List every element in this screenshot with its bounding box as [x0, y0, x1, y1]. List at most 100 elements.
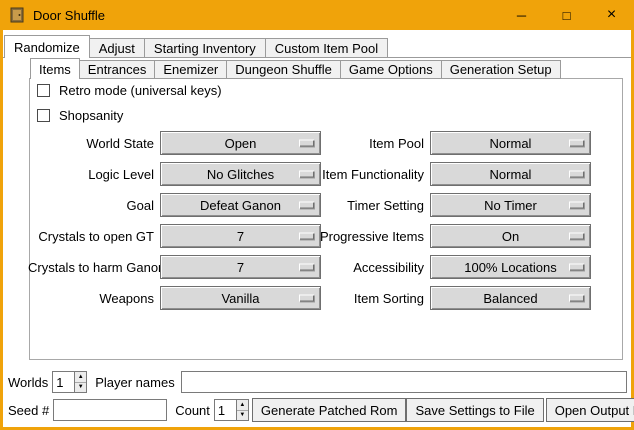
dropdown-value: Defeat Ganon: [200, 198, 281, 213]
count-input[interactable]: [214, 399, 236, 421]
minimize-button-icon[interactable]: ─: [499, 0, 544, 30]
tab-entrances[interactable]: Entrances: [79, 60, 156, 79]
player-names-input[interactable]: [181, 371, 627, 393]
timer-setting-label: Timer Setting: [302, 198, 430, 213]
spin-up-icon[interactable]: ▲: [75, 372, 86, 382]
main-tab-bar: Randomize Adjust Starting Inventory Cust…: [4, 35, 388, 58]
tab-starting-inventory[interactable]: Starting Inventory: [144, 38, 266, 58]
progressive-items-label: Progressive Items: [302, 229, 430, 244]
goal-dropdown[interactable]: Defeat Ganon: [160, 193, 321, 217]
tab-randomize[interactable]: Randomize: [4, 35, 90, 58]
option-row: Crystals to harm Ganon 7: [28, 255, 321, 279]
tab-adjust[interactable]: Adjust: [89, 38, 145, 58]
dropdown-value: On: [502, 229, 519, 244]
timer-setting-dropdown[interactable]: No Timer: [430, 193, 591, 217]
crystals-open-gt-dropdown[interactable]: 7: [160, 224, 321, 248]
item-functionality-dropdown[interactable]: Normal: [430, 162, 591, 186]
dropdown-indicator-icon: [569, 140, 584, 147]
count-spin-arrows: ▲ ▼: [236, 399, 249, 421]
spin-down-icon[interactable]: ▼: [75, 382, 86, 393]
option-row: Progressive Items On: [302, 224, 591, 248]
dropdown-indicator-icon: [569, 295, 584, 302]
dropdown-value: Open: [225, 136, 257, 151]
maximize-button-icon[interactable]: □: [544, 0, 589, 30]
tab-dungeon-shuffle[interactable]: Dungeon Shuffle: [226, 60, 341, 79]
tab-custom-item-pool[interactable]: Custom Item Pool: [265, 38, 388, 58]
window-title: Door Shuffle: [33, 8, 105, 23]
item-pool-dropdown[interactable]: Normal: [430, 131, 591, 155]
count-spinner: ▲ ▼: [214, 399, 249, 421]
logic-level-label: Logic Level: [28, 167, 160, 182]
seed-label: Seed #: [8, 403, 49, 418]
option-row: Weapons Vanilla: [28, 286, 321, 310]
crystals-harm-ganon-dropdown[interactable]: 7: [160, 255, 321, 279]
window-controls: ─ □ ×: [499, 0, 634, 30]
shopsanity-row: Shopsanity: [37, 107, 123, 123]
spin-down-icon[interactable]: ▼: [237, 410, 248, 421]
dropdown-indicator-icon: [569, 264, 584, 271]
open-output-directory-button[interactable]: Open Output Directory: [546, 398, 634, 422]
dropdown-value: Normal: [490, 167, 532, 182]
dropdown-value: 7: [237, 229, 244, 244]
option-row: Logic Level No Glitches: [28, 162, 321, 186]
app-window: Door Shuffle ─ □ × Randomize Adjust Star…: [0, 0, 634, 430]
worlds-spin-arrows: ▲ ▼: [74, 371, 87, 393]
option-row: Accessibility 100% Locations: [302, 255, 591, 279]
weapons-dropdown[interactable]: Vanilla: [160, 286, 321, 310]
weapons-label: Weapons: [28, 291, 160, 306]
option-row: Goal Defeat Ganon: [28, 193, 321, 217]
dropdown-value: Vanilla: [221, 291, 259, 306]
generate-patched-rom-button[interactable]: Generate Patched Rom: [252, 398, 407, 422]
tab-game-options[interactable]: Game Options: [340, 60, 442, 79]
retro-mode-checkbox[interactable]: [37, 84, 50, 97]
dropdown-value: 7: [237, 260, 244, 275]
world-state-label: World State: [28, 136, 160, 151]
save-settings-button[interactable]: Save Settings to File: [406, 398, 543, 422]
dropdown-indicator-icon: [569, 171, 584, 178]
item-pool-label: Item Pool: [302, 136, 430, 151]
worlds-input[interactable]: [52, 371, 74, 393]
world-state-dropdown[interactable]: Open: [160, 131, 321, 155]
option-row: Item Pool Normal: [302, 131, 591, 155]
item-sorting-label: Item Sorting: [302, 291, 430, 306]
shopsanity-checkbox[interactable]: [37, 109, 50, 122]
option-row: Timer Setting No Timer: [302, 193, 591, 217]
progressive-items-dropdown[interactable]: On: [430, 224, 591, 248]
crystals-harm-ganon-label: Crystals to harm Ganon: [28, 260, 160, 275]
sub-tab-bar: Items Entrances Enemizer Dungeon Shuffle…: [30, 58, 561, 79]
close-button-icon[interactable]: ×: [589, 0, 634, 30]
crystals-open-gt-label: Crystals to open GT: [28, 229, 160, 244]
option-row: Item Sorting Balanced: [302, 286, 591, 310]
seed-input[interactable]: [53, 399, 167, 421]
tab-items[interactable]: Items: [30, 58, 80, 79]
tab-generation-setup[interactable]: Generation Setup: [441, 60, 561, 79]
dropdown-indicator-icon: [569, 202, 584, 209]
title-bar[interactable]: Door Shuffle ─ □ ×: [0, 0, 634, 30]
dropdown-value: No Glitches: [207, 167, 274, 182]
worlds-row: Worlds ▲ ▼ Player names: [8, 371, 627, 393]
accessibility-dropdown[interactable]: 100% Locations: [430, 255, 591, 279]
count-label: Count: [175, 403, 210, 418]
logic-level-dropdown[interactable]: No Glitches: [160, 162, 321, 186]
app-icon: [9, 7, 25, 23]
dropdown-value: Balanced: [483, 291, 537, 306]
item-functionality-label: Item Functionality: [302, 167, 430, 182]
accessibility-label: Accessibility: [302, 260, 430, 275]
options-column-left: World State Open Logic Level No Glitches…: [28, 131, 321, 317]
item-sorting-dropdown[interactable]: Balanced: [430, 286, 591, 310]
worlds-label: Worlds: [8, 375, 48, 390]
worlds-spinner: ▲ ▼: [52, 371, 87, 393]
goal-label: Goal: [28, 198, 160, 213]
option-row: Item Functionality Normal: [302, 162, 591, 186]
option-row: World State Open: [28, 131, 321, 155]
tab-enemizer[interactable]: Enemizer: [154, 60, 227, 79]
spin-up-icon[interactable]: ▲: [237, 400, 248, 410]
dropdown-value: Normal: [490, 136, 532, 151]
retro-mode-row: Retro mode (universal keys): [37, 82, 222, 98]
player-names-label: Player names: [95, 375, 174, 390]
options-column-right: Item Pool Normal Item Functionality Norm…: [302, 131, 591, 317]
option-row: Crystals to open GT 7: [28, 224, 321, 248]
dropdown-value: No Timer: [484, 198, 537, 213]
retro-mode-label: Retro mode (universal keys): [59, 83, 222, 98]
dropdown-indicator-icon: [569, 233, 584, 240]
